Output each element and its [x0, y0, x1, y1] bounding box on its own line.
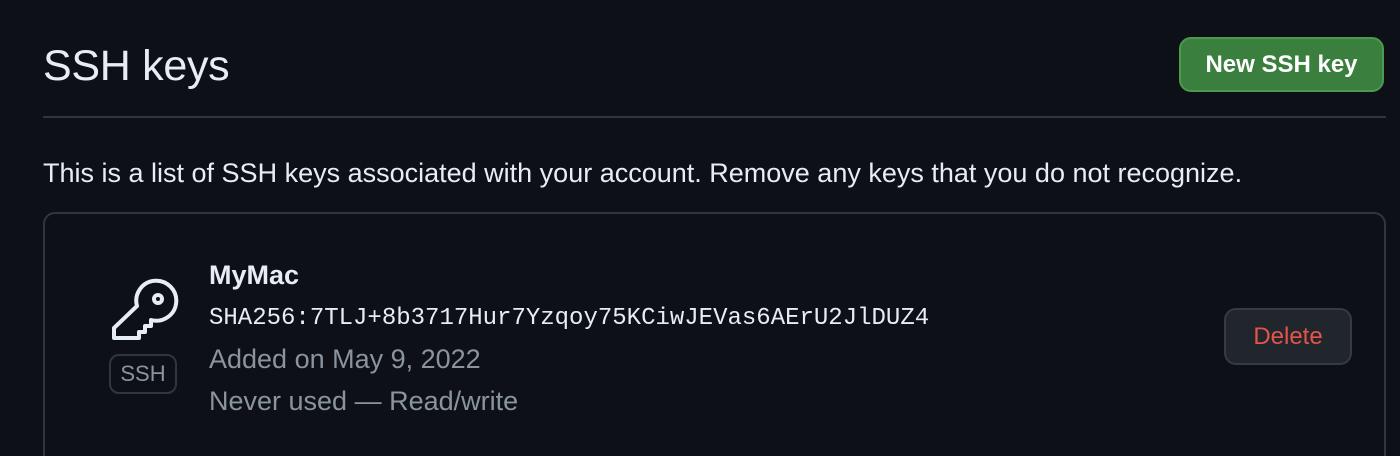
page-title: SSH keys	[43, 42, 230, 90]
ssh-key-list: SSH MyMac SHA256:7TLJ+8b3717Hur7Yzqoy75K…	[43, 212, 1386, 456]
key-icon	[112, 278, 179, 340]
new-ssh-key-button[interactable]: New SSH key	[1179, 37, 1384, 92]
key-title: MyMac	[209, 260, 300, 290]
ssh-keys-page: SSH keys New SSH key This is a list of S…	[0, 0, 1400, 456]
page-description: This is a list of SSH keys associated wi…	[43, 158, 1243, 188]
ssh-type-badge: SSH	[109, 354, 177, 394]
key-usage-status: Never used — Read/write	[209, 386, 519, 416]
delete-key-button[interactable]: Delete	[1224, 308, 1352, 365]
page-header: SSH keys New SSH key	[43, 0, 1386, 118]
key-fingerprint: SHA256:7TLJ+8b3717Hur7Yzqoy75KCiwJEVas6A…	[209, 305, 930, 332]
key-added-date: Added on May 9, 2022	[209, 344, 481, 374]
